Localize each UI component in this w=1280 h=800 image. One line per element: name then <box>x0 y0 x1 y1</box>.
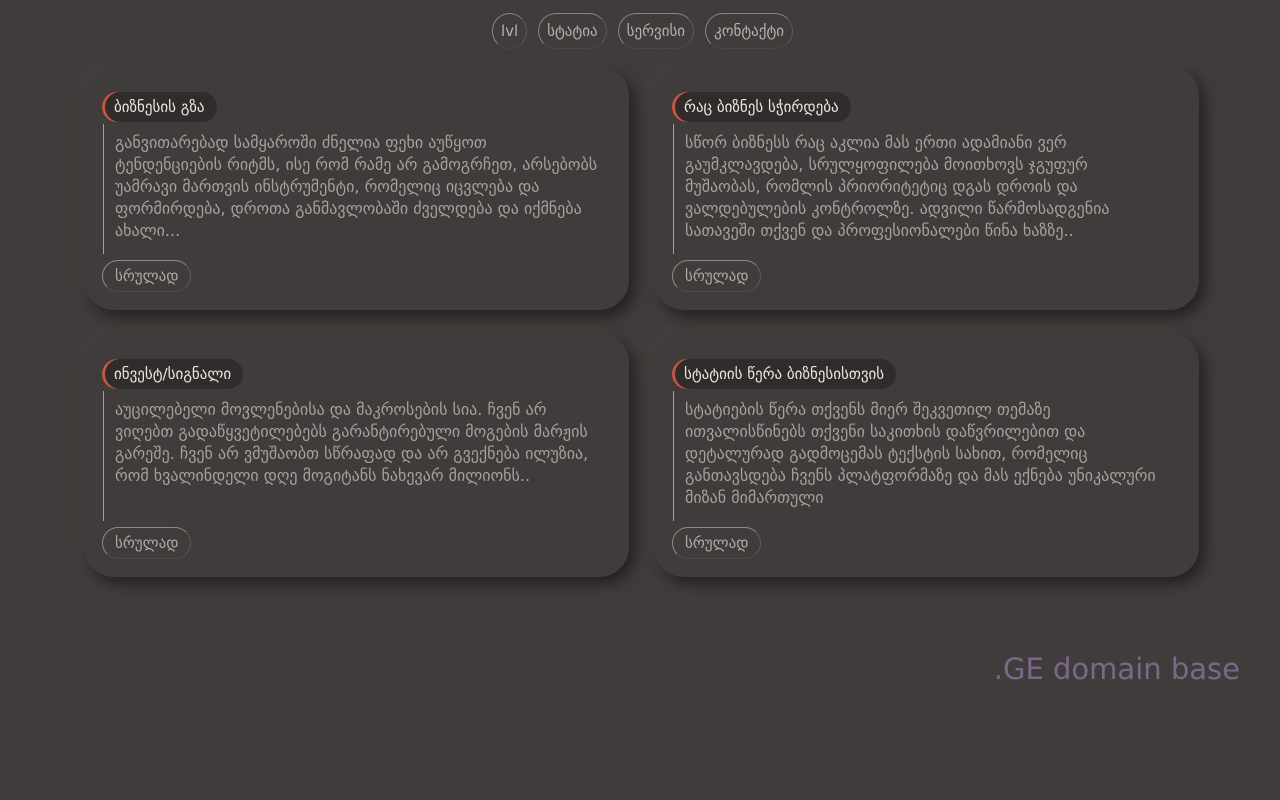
card-text: განვითარებად სამყაროში ძნელია ფეხი აუწყო… <box>103 124 598 254</box>
brand-logo-text: .GE domain base <box>993 652 1240 686</box>
read-more-button[interactable]: სრულად <box>102 260 192 292</box>
nav-item-contact[interactable]: კონტაქტი <box>705 13 794 49</box>
page: lvl სტატია სერვისი კონტაქტი ბიზნესის გზა… <box>0 0 1280 800</box>
top-nav: lvl სტატია სერვისი კონტაქტი <box>0 13 1280 49</box>
card-business-path: ბიზნესის გზა განვითარებად სამყაროში ძნელ… <box>84 66 629 310</box>
read-more-button[interactable]: სრულად <box>672 260 762 292</box>
card-invest-signal: ინვესტ/სიგნალი აუცილებელი მოვლენებისა და… <box>84 333 629 577</box>
read-more-button[interactable]: სრულად <box>102 527 192 559</box>
nav-item-article[interactable]: სტატია <box>538 13 607 49</box>
card-title: სტატიის წერა ბიზნესისთვის <box>672 359 897 389</box>
card-title: რაც ბიზნეს სჭირდება <box>672 92 851 122</box>
card-text: აუცილებელი მოვლენებისა და მაკროსების სია… <box>103 391 598 521</box>
card-title: ბიზნესის გზა <box>102 92 217 122</box>
card-title: ინვესტ/სიგნალი <box>102 359 244 389</box>
nav-item-lvl[interactable]: lvl <box>491 13 528 49</box>
card-text: სტატიების წერა თქვენს მიერ შეკვეთილ თემა… <box>673 391 1168 521</box>
read-more-button[interactable]: სრულად <box>672 527 762 559</box>
card-text: სწორ ბიზნესს რაც აკლია მას ერთი ადამიანი… <box>673 124 1168 254</box>
card-article-writing: სტატიის წერა ბიზნესისთვის სტატიების წერა… <box>654 333 1199 577</box>
nav-item-service[interactable]: სერვისი <box>617 13 695 49</box>
card-business-needs: რაც ბიზნეს სჭირდება სწორ ბიზნესს რაც აკლ… <box>654 66 1199 310</box>
